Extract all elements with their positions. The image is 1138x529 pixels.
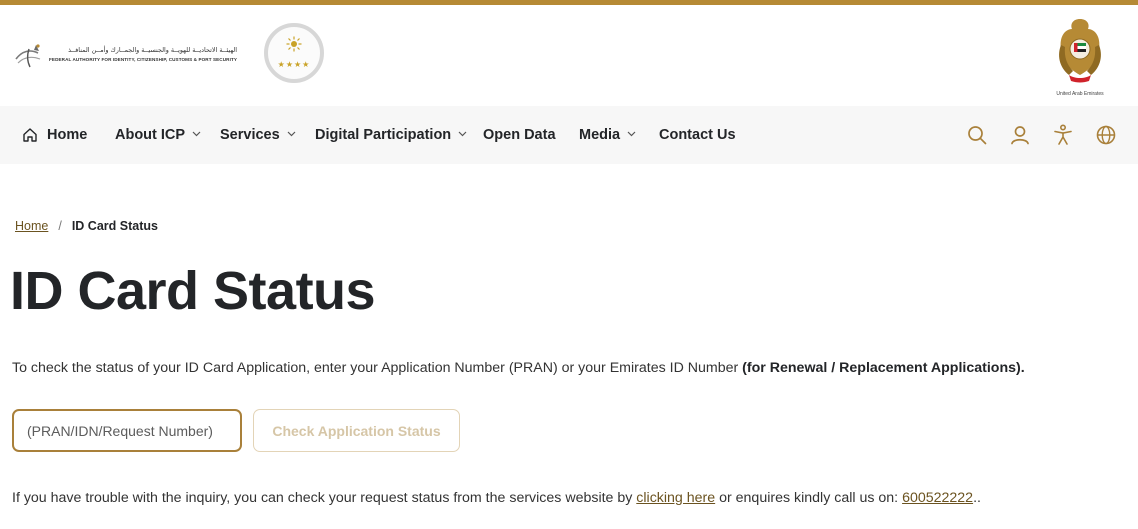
chevron-down-icon [192,131,201,137]
site-header: الهيئــة الاتحاديــة للهويــة والجنسيــة… [0,5,1138,106]
globe-icon[interactable] [1094,123,1118,147]
intro-text: To check the status of your ID Card Appl… [12,360,1025,376]
breadcrumb-separator: / [58,219,62,233]
help-text-middle: or enquires kindly call us on: [715,490,903,506]
nav-item-about-icp[interactable]: About ICP [115,106,201,164]
uae-emblem[interactable]: United Arab Emirates [1050,15,1110,99]
nav-item-label: Digital Participation [315,127,452,143]
home-icon [23,128,37,142]
nav-item-label: About ICP [115,127,186,143]
nav-item-label: Media [579,127,621,143]
nav-item-digital-participation[interactable]: Digital Participation [315,106,467,164]
nav-item-label: Contact Us [659,127,736,143]
rating-badge-ring [264,23,324,83]
search-icon[interactable] [965,123,989,147]
help-text-suffix: .. [973,490,981,506]
clicking-here-link[interactable]: clicking here [636,490,715,506]
icp-logo-english-name: FEDERAL AUTHORITY FOR IDENTITY, CITIZENS… [49,57,238,62]
chevron-down-icon [627,131,636,137]
application-number-input[interactable] [12,409,242,452]
breadcrumb: Home / ID Card Status [15,219,158,233]
user-icon[interactable] [1008,123,1032,147]
nav-item-label: Services [220,127,280,143]
star-rating-badge: ★★★★ [264,23,324,85]
main-navigation: Home About ICP Services Digital Particip… [0,106,1138,164]
accessibility-icon[interactable] [1051,123,1075,147]
intro-text-main: To check the status of your ID Card Appl… [12,360,743,376]
intro-text-bold: (for Renewal / Replacement Applications)… [742,360,1025,376]
nav-item-open-data[interactable]: Open Data [483,106,556,164]
nav-item-home[interactable]: Home [22,106,87,164]
nav-item-contact-us[interactable]: Contact Us [659,106,736,164]
chevron-down-icon [287,131,296,137]
check-application-status-button[interactable]: Check Application Status [253,409,460,452]
rating-emblem-icon [286,36,302,52]
help-text-prefix: If you have trouble with the inquiry, yo… [12,490,637,506]
icp-logo[interactable]: الهيئــة الاتحاديــة للهويــة والجنسيــة… [12,37,237,71]
uae-emblem-icon [1059,19,1101,83]
breadcrumb-current: ID Card Status [71,219,158,233]
breadcrumb-home-link[interactable]: Home [15,219,48,233]
phone-number-link[interactable]: 600522222 [902,490,973,506]
page-title: ID Card Status [10,261,376,321]
icp-logo-mark-icon [15,44,41,68]
uae-emblem-caption: United Arab Emirates [1056,91,1104,97]
nav-item-label: Home [47,127,88,143]
chevron-down-icon [458,131,467,137]
nav-item-media[interactable]: Media [579,106,636,164]
nav-item-label: Open Data [483,127,556,143]
nav-item-services[interactable]: Services [220,106,296,164]
rating-stars: ★★★★ [277,60,311,69]
icp-logo-arabic-name: الهيئــة الاتحاديــة للهويــة والجنسيــة… [68,46,238,54]
help-text: If you have trouble with the inquiry, yo… [12,490,981,506]
